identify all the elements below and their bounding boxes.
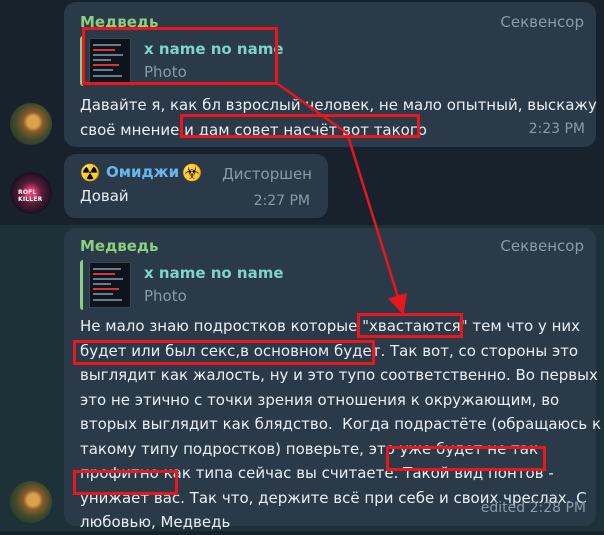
reply-preview[interactable]: x name no name Photo — [80, 260, 284, 310]
message-bubble[interactable]: Медведь Секвенсор x name no name Photo Д… — [64, 2, 597, 147]
message-text: Довай — [80, 187, 129, 205]
author-name[interactable]: Медведь — [80, 237, 158, 255]
message-bubble[interactable]: Медведь Секвенсор x name no name Photo Н… — [64, 228, 601, 531]
reply-subtitle: Photo — [144, 287, 187, 305]
member-badge: Секвенсор — [500, 13, 584, 31]
message-time: 2:23 PM — [528, 121, 585, 137]
avatar[interactable]: ROFL KILLER — [10, 172, 52, 214]
reply-thumbnail — [89, 38, 131, 84]
author-name[interactable]: Омиджи — [106, 163, 179, 181]
radioactive-icon: ☢️ — [80, 163, 100, 182]
reply-preview[interactable]: x name no name Photo — [80, 36, 284, 86]
reply-subtitle: Photo — [144, 63, 187, 81]
member-badge: Дисторшен — [222, 165, 312, 183]
message-text: Давайте я, как бл взрослый человек, не м… — [80, 96, 597, 139]
avatar[interactable] — [10, 481, 52, 523]
reply-thumbnail — [89, 262, 131, 308]
reply-title: x name no name — [144, 264, 284, 282]
reply-title: x name no name — [144, 40, 284, 58]
member-badge: Секвенсор — [500, 237, 584, 255]
message-bubble[interactable]: ☢️ Омиджи ☣️ Дисторшен Довай 2:27 PM — [64, 154, 328, 218]
author-name[interactable]: Медведь — [80, 13, 158, 31]
biohazard-icon: ☣️ — [182, 163, 202, 182]
message-time: edited 2:28 PM — [480, 500, 586, 516]
avatar[interactable] — [10, 103, 52, 145]
message-time: 2:27 PM — [253, 193, 310, 209]
